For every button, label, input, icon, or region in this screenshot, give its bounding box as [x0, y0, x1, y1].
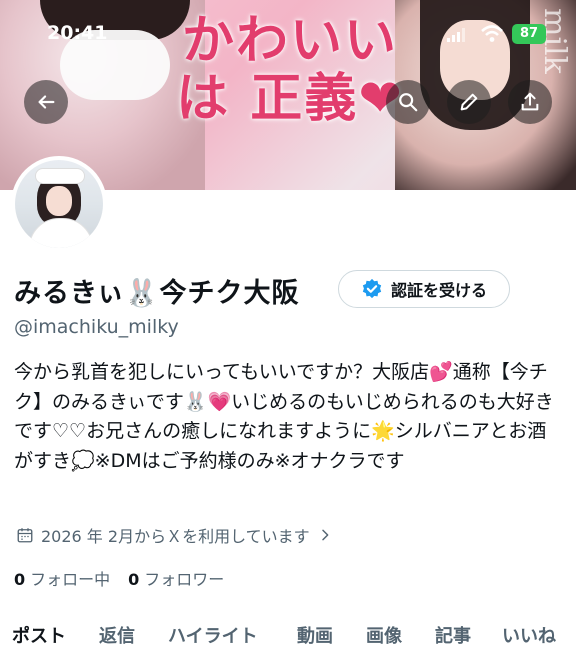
chevron-right-icon [321, 529, 328, 541]
search-button[interactable] [386, 80, 430, 124]
profile-bio: 今から乳首を犯しにいってもいいですか？大阪店💕通称【今チク】のみるきぃです🐰💗い… [14, 361, 554, 472]
tab-posts[interactable]: ポスト [12, 622, 66, 648]
status-time: 20:41 [47, 22, 108, 44]
avatar-cap [35, 168, 85, 184]
get-verified-label: 認証を受ける [390, 281, 487, 300]
edit-pencil-icon [460, 93, 478, 111]
tab-likes[interactable]: いいね [502, 622, 556, 648]
display-name: みるきぃ🐰今チク大阪 [14, 277, 300, 309]
edit-button[interactable] [447, 80, 491, 124]
tab-replies[interactable]: 返信 [99, 622, 135, 648]
followers-label: フォロワー [144, 570, 225, 589]
avatar-image [15, 160, 103, 248]
profile-tabs: ポスト 返信 ハイライト 動画 画像 記事 いいね [0, 618, 576, 651]
back-button[interactable] [24, 80, 68, 124]
avatar-face [46, 186, 72, 216]
share-button[interactable] [508, 80, 552, 124]
following-link[interactable]: 0 フォロー中 [14, 566, 110, 590]
share-icon [521, 92, 539, 111]
avatar-body [29, 218, 93, 248]
followers-link[interactable]: 0 フォロワー [128, 566, 224, 590]
tab-articles[interactable]: 記事 [435, 622, 471, 648]
avatar[interactable] [11, 156, 107, 252]
search-icon [399, 93, 418, 112]
following-count: 0 [14, 570, 26, 589]
following-label: フォロー中 [30, 570, 111, 589]
follow-stats: 0 フォロー中 0 フォロワー [14, 566, 224, 590]
calendar-icon [17, 528, 33, 543]
get-verified-button[interactable]: 認証を受ける [338, 270, 510, 308]
user-handle: @imachiku_milky [14, 316, 179, 338]
battery-indicator: 87 [512, 24, 546, 44]
tab-highlights[interactable]: ハイライト [168, 622, 258, 648]
back-arrow-icon [38, 95, 55, 109]
joined-date[interactable]: 2026 年 2月からＸを利用しています [16, 523, 333, 547]
joined-text: 2026 年 2月からＸを利用しています [41, 527, 310, 546]
display-name-row: みるきぃ🐰今チク大阪 [14, 266, 300, 314]
verified-badge-icon [362, 278, 382, 299]
tab-videos[interactable]: 動画 [297, 622, 333, 648]
status-bar: 20:41 87 [0, 22, 576, 52]
signal-icon [447, 28, 465, 42]
wifi-icon [481, 25, 503, 42]
followers-count: 0 [128, 570, 140, 589]
tab-images[interactable]: 画像 [366, 622, 402, 648]
